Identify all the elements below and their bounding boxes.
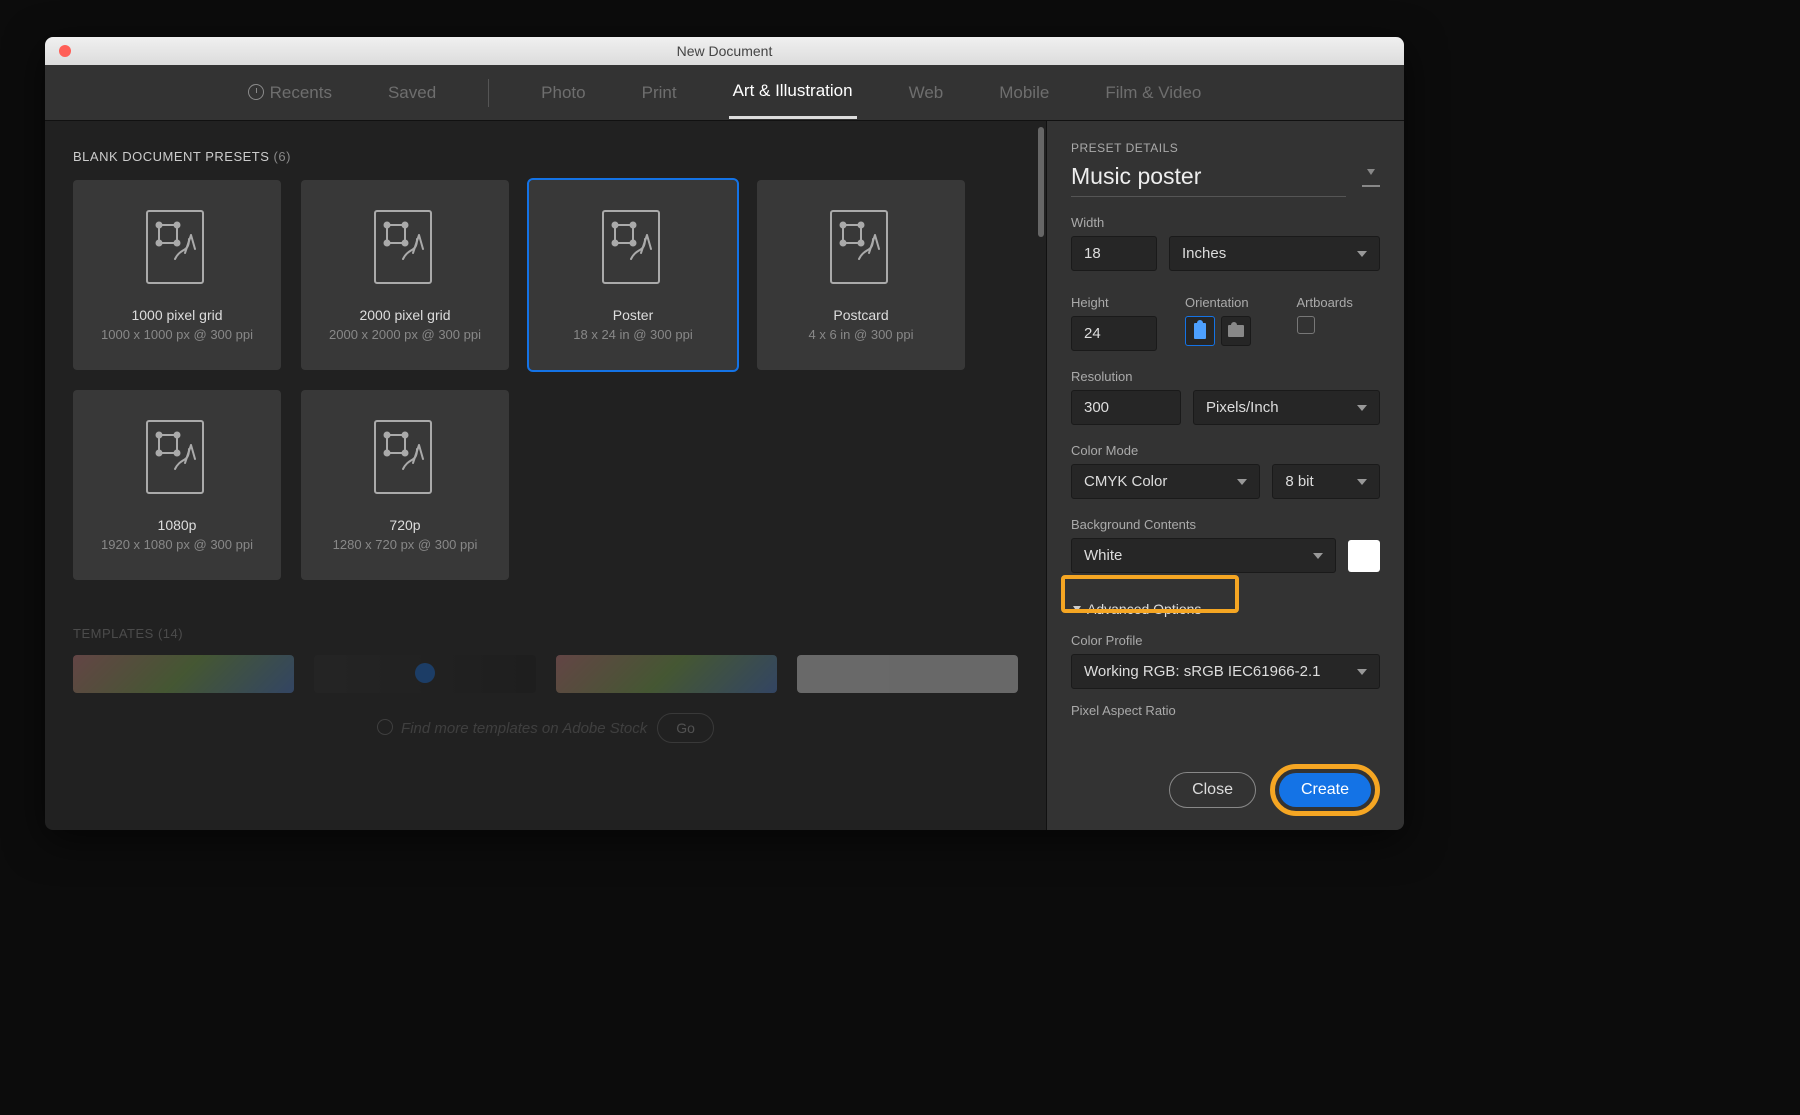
preset-dimensions: 18 x 24 in @ 300 ppi xyxy=(573,327,692,342)
bitdepth-value: 8 bit xyxy=(1285,473,1313,490)
preset-card[interactable]: 2000 pixel grid 2000 x 2000 px @ 300 ppi xyxy=(301,180,509,370)
document-icon xyxy=(145,419,209,499)
preset-card[interactable]: Poster 18 x 24 in @ 300 ppi xyxy=(529,180,737,370)
chevron-down-icon xyxy=(1357,405,1367,411)
resolution-unit-select[interactable]: Pixels/Inch xyxy=(1193,390,1380,425)
preset-details-panel: PRESET DETAILS Music poster Width 18 Inc… xyxy=(1046,121,1404,830)
orientation-portrait-button[interactable] xyxy=(1185,316,1215,346)
preset-name: Postcard xyxy=(833,307,888,323)
pixel-aspect-ratio-label: Pixel Aspect Ratio xyxy=(1071,703,1380,718)
colormode-value: CMYK Color xyxy=(1084,473,1167,490)
traffic-lights xyxy=(59,45,71,57)
stock-search-input[interactable]: Find more templates on Adobe Stock xyxy=(377,719,647,737)
template-thumb[interactable] xyxy=(797,655,1018,693)
preset-dimensions: 1280 x 720 px @ 300 ppi xyxy=(333,537,478,552)
preset-name: Poster xyxy=(613,307,653,323)
tab-art-illustration[interactable]: Art & Illustration xyxy=(729,66,857,119)
document-icon xyxy=(145,209,209,289)
template-thumb[interactable] xyxy=(73,655,294,693)
presets-panel: BLANK DOCUMENT PRESETS (6) 1000 pixel gr… xyxy=(45,121,1046,830)
scrollbar[interactable] xyxy=(1038,127,1044,237)
orientation-landscape-button[interactable] xyxy=(1221,316,1251,346)
tab-web[interactable]: Web xyxy=(905,68,948,118)
preset-name: 1080p xyxy=(158,517,197,533)
artboards-checkbox[interactable] xyxy=(1297,316,1315,334)
preset-count: (6) xyxy=(274,149,291,164)
create-button[interactable]: Create xyxy=(1279,773,1371,807)
background-color-swatch[interactable] xyxy=(1348,540,1380,572)
close-window-icon[interactable] xyxy=(59,45,71,57)
tab-label: Recents xyxy=(270,83,332,102)
tab-recents[interactable]: Recents xyxy=(244,68,336,118)
advanced-options-toggle[interactable]: Advanced Options xyxy=(1071,597,1203,621)
res-unit-value: Pixels/Inch xyxy=(1206,399,1279,416)
preset-dimensions: 1920 x 1080 px @ 300 ppi xyxy=(101,537,253,552)
chevron-down-icon xyxy=(1357,251,1367,257)
preset-name: 720p xyxy=(389,517,420,533)
document-icon xyxy=(601,209,665,289)
document-icon xyxy=(829,209,893,289)
check-icon xyxy=(415,663,435,683)
preset-dimensions: 2000 x 2000 px @ 300 ppi xyxy=(329,327,481,342)
window-title: New Document xyxy=(45,43,1404,59)
highlight-annotation: Create xyxy=(1270,764,1380,816)
resolution-input[interactable]: 300 xyxy=(1071,390,1181,425)
width-label: Width xyxy=(1071,215,1380,230)
preset-card[interactable]: 1000 pixel grid 1000 x 1000 px @ 300 ppi xyxy=(73,180,281,370)
chevron-down-icon xyxy=(1313,553,1323,559)
height-label: Height xyxy=(1071,295,1157,310)
tab-divider xyxy=(488,79,489,107)
tab-saved[interactable]: Saved xyxy=(384,68,440,118)
preset-dimensions: 4 x 6 in @ 300 ppi xyxy=(809,327,914,342)
save-preset-icon[interactable] xyxy=(1362,173,1380,187)
tab-film-video[interactable]: Film & Video xyxy=(1101,68,1205,118)
template-thumb[interactable] xyxy=(314,655,535,693)
close-button[interactable]: Close xyxy=(1169,772,1256,808)
bg-value: White xyxy=(1084,547,1122,564)
category-tabs: Recents Saved Photo Print Art & Illustra… xyxy=(45,65,1404,121)
templates-heading: TEMPLATES (14) xyxy=(73,626,1018,641)
preset-dimensions: 1000 x 1000 px @ 300 ppi xyxy=(101,327,253,342)
preset-name: 1000 pixel grid xyxy=(131,307,222,323)
tab-print[interactable]: Print xyxy=(638,68,681,118)
heading-text: BLANK DOCUMENT PRESETS xyxy=(73,149,269,164)
details-heading: PRESET DETAILS xyxy=(1071,141,1380,155)
profile-value: Working RGB: sRGB IEC61966-2.1 xyxy=(1084,663,1320,680)
color-profile-select[interactable]: Working RGB: sRGB IEC61966-2.1 xyxy=(1071,654,1380,689)
resolution-label: Resolution xyxy=(1071,369,1380,384)
new-document-dialog: New Document Recents Saved Photo Print A… xyxy=(45,37,1404,830)
go-button[interactable]: Go xyxy=(657,713,714,743)
chevron-down-icon xyxy=(1357,479,1367,485)
document-icon xyxy=(373,209,437,289)
unit-value: Inches xyxy=(1182,245,1226,262)
templates-section: TEMPLATES (14) Find more templates on Ad… xyxy=(73,626,1018,743)
bitdepth-select[interactable]: 8 bit xyxy=(1272,464,1380,499)
orientation-label: Orientation xyxy=(1185,295,1269,310)
color-profile-label: Color Profile xyxy=(1071,633,1380,648)
unit-select[interactable]: Inches xyxy=(1169,236,1380,271)
colormode-select[interactable]: CMYK Color xyxy=(1071,464,1260,499)
height-input[interactable]: 24 xyxy=(1071,316,1157,351)
preset-card[interactable]: Postcard 4 x 6 in @ 300 ppi xyxy=(757,180,965,370)
chevron-down-icon xyxy=(1357,669,1367,675)
chevron-down-icon xyxy=(1237,479,1247,485)
artboards-label: Artboards xyxy=(1297,295,1381,310)
presets-heading: BLANK DOCUMENT PRESETS (6) xyxy=(73,149,1018,164)
portrait-icon xyxy=(1194,323,1206,339)
document-icon xyxy=(373,419,437,499)
titlebar: New Document xyxy=(45,37,1404,65)
clock-icon xyxy=(248,84,264,100)
colormode-label: Color Mode xyxy=(1071,443,1380,458)
background-label: Background Contents xyxy=(1071,517,1380,532)
tab-photo[interactable]: Photo xyxy=(537,68,589,118)
tab-mobile[interactable]: Mobile xyxy=(995,68,1053,118)
template-thumb[interactable] xyxy=(556,655,777,693)
document-name-input[interactable]: Music poster xyxy=(1071,163,1346,197)
background-select[interactable]: White xyxy=(1071,538,1336,573)
landscape-icon xyxy=(1228,325,1244,337)
preset-card[interactable]: 720p 1280 x 720 px @ 300 ppi xyxy=(301,390,509,580)
preset-card[interactable]: 1080p 1920 x 1080 px @ 300 ppi xyxy=(73,390,281,580)
width-input[interactable]: 18 xyxy=(1071,236,1157,271)
preset-name: 2000 pixel grid xyxy=(359,307,450,323)
